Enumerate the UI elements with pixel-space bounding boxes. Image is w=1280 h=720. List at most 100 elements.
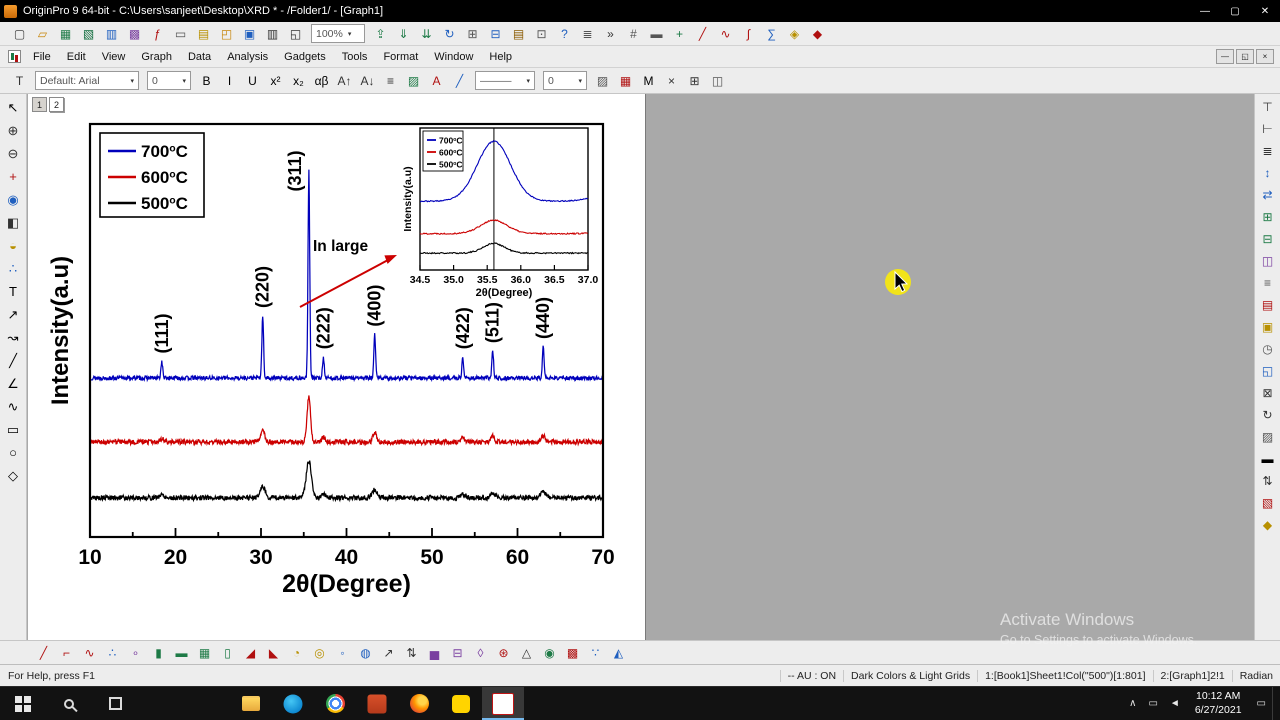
polyline-tool[interactable]: ∠ bbox=[1, 372, 25, 395]
pattern-fill-button[interactable]: ▨ bbox=[1256, 426, 1279, 448]
tray-hidden-icons-button[interactable]: ∧ bbox=[1123, 698, 1142, 709]
style-brush-button[interactable]: ▧ bbox=[1256, 492, 1279, 514]
increase-font-button[interactable]: A↑ bbox=[333, 70, 356, 91]
menu-format[interactable]: Format bbox=[375, 48, 426, 66]
rectangle-tool[interactable]: ▭ bbox=[1, 418, 25, 441]
polygon-tool[interactable]: ◇ bbox=[1, 464, 25, 487]
duplicate-window-button[interactable]: ⊞ bbox=[461, 23, 484, 44]
align-button[interactable]: ≡ bbox=[379, 70, 402, 91]
taskbar-app-firefox[interactable] bbox=[398, 687, 440, 720]
decrease-font-button[interactable]: A↓ bbox=[356, 70, 379, 91]
child-restore-button[interactable]: ◱ bbox=[1236, 49, 1254, 64]
taskbar-app-edge[interactable]: e bbox=[272, 687, 314, 720]
print-preview-button[interactable]: ◱ bbox=[284, 23, 307, 44]
screen-reader-tool[interactable]: + bbox=[1, 165, 25, 188]
floating-column-button[interactable]: ▯ bbox=[216, 642, 239, 663]
clear-formatting-button[interactable]: × bbox=[660, 70, 683, 91]
bar-plot-button[interactable]: ▬ bbox=[170, 642, 193, 663]
add-right-y-axis-button[interactable]: ⊢ bbox=[1256, 118, 1279, 140]
tray-volume-icon[interactable]: ◄ bbox=[1164, 698, 1186, 709]
scatter-plot-button[interactable]: ∴ bbox=[101, 642, 124, 663]
polar-plot-button[interactable]: ⊛ bbox=[492, 642, 515, 663]
fill-area-button[interactable]: ◣ bbox=[262, 642, 285, 663]
fit-page-button[interactable]: ⊠ bbox=[1256, 382, 1279, 404]
stacked-column-button[interactable]: ▦ bbox=[193, 642, 216, 663]
child-close-button[interactable]: × bbox=[1256, 49, 1274, 64]
ternary-plot-button[interactable]: △ bbox=[515, 642, 538, 663]
taskbar-app-chrome[interactable] bbox=[314, 687, 356, 720]
close-button[interactable]: ✕ bbox=[1250, 0, 1280, 22]
project-explorer-button[interactable]: ⊡ bbox=[530, 23, 553, 44]
vector-plot-button[interactable]: ↗ bbox=[377, 642, 400, 663]
taskbar-app-powerpoint[interactable]: P bbox=[356, 687, 398, 720]
minimize-button[interactable]: — bbox=[1190, 0, 1220, 22]
contour-plot-button[interactable]: ◉ bbox=[538, 642, 561, 663]
fill-color-button[interactable]: ▨ bbox=[402, 70, 425, 91]
rescale-button[interactable]: ↕ bbox=[1256, 162, 1279, 184]
freehand-tool[interactable]: ∿ bbox=[1, 395, 25, 418]
font-size-select[interactable]: 0 ▾ bbox=[147, 71, 191, 90]
date-stamp-button[interactable]: ◷ bbox=[1256, 338, 1279, 360]
font-color-button[interactable]: A bbox=[425, 70, 448, 91]
theme-organizer-button[interactable]: ◈ bbox=[783, 23, 806, 44]
axis-dialog-button[interactable]: ⇅ bbox=[1256, 470, 1279, 492]
paste-button[interactable]: ▤ bbox=[507, 23, 530, 44]
new-legend-button[interactable]: ▣ bbox=[1256, 316, 1279, 338]
add-new-columns-button[interactable]: + bbox=[668, 23, 691, 44]
pie-chart-button[interactable]: ◔ bbox=[285, 642, 308, 663]
notification-center-button[interactable]: ▭ bbox=[1251, 687, 1272, 720]
statistics-button[interactable]: ∑ bbox=[760, 23, 783, 44]
menu-analysis[interactable]: Analysis bbox=[219, 48, 276, 66]
theme-button[interactable]: ◆ bbox=[1256, 514, 1279, 536]
layer-management-button[interactable]: ≣ bbox=[1256, 140, 1279, 162]
exchange-xy-button[interactable]: ⇄ bbox=[1256, 184, 1279, 206]
color-palette-button[interactable]: ▦ bbox=[614, 70, 637, 91]
menu-help[interactable]: Help bbox=[481, 48, 520, 66]
box-chart-button[interactable]: ⊟ bbox=[446, 642, 469, 663]
new-folder-button[interactable]: ▱ bbox=[31, 23, 54, 44]
heatmap-button[interactable]: ▩ bbox=[561, 642, 584, 663]
pointer-tool[interactable]: ↖ bbox=[1, 96, 25, 119]
new-inset-layer-button[interactable]: ◱ bbox=[1256, 360, 1279, 382]
results-log-button[interactable]: ≣ bbox=[576, 23, 599, 44]
add-layer-button[interactable]: ⊞ bbox=[1256, 206, 1279, 228]
open-button[interactable]: ◰ bbox=[215, 23, 238, 44]
import-multiple-ascii-button[interactable]: ⇊ bbox=[415, 23, 438, 44]
new-layout-button[interactable]: ▭ bbox=[169, 23, 192, 44]
font-name-select[interactable]: Default: Arial ▾ bbox=[35, 71, 139, 90]
area-plot-button[interactable]: ◢ bbox=[239, 642, 262, 663]
circle-tool[interactable]: ○ bbox=[1, 441, 25, 464]
graph-canvas[interactable]: 102030405060702θ(Degree)Intensity(a.u)(1… bbox=[28, 94, 646, 640]
child-minimize-button[interactable]: — bbox=[1216, 49, 1234, 64]
stack-layers-button[interactable]: ≡ bbox=[1256, 272, 1279, 294]
histogram-button[interactable]: ▅ bbox=[423, 642, 446, 663]
rotate-button[interactable]: ↻ bbox=[1256, 404, 1279, 426]
fit-linear-button[interactable]: ╱ bbox=[691, 23, 714, 44]
doughnut-chart-button[interactable]: ◎ bbox=[308, 642, 331, 663]
column-plot-button[interactable]: ▮ bbox=[147, 642, 170, 663]
color-scale-button[interactable]: ▤ bbox=[1256, 294, 1279, 316]
task-view-button[interactable] bbox=[92, 687, 138, 720]
menu-gadgets[interactable]: Gadgets bbox=[276, 48, 334, 66]
text-tool[interactable]: T bbox=[1, 280, 25, 303]
line-width-button[interactable]: ▬ bbox=[1256, 448, 1279, 470]
taskbar-app-yellow[interactable] bbox=[440, 687, 482, 720]
import-wizard-button[interactable]: ⇪ bbox=[369, 23, 392, 44]
layer-button-1[interactable]: 1 bbox=[32, 97, 47, 112]
print-button[interactable]: ▥ bbox=[261, 23, 284, 44]
line-color-button[interactable]: ╱ bbox=[448, 70, 471, 91]
fit-sigmoidal-button[interactable]: ∫ bbox=[737, 23, 760, 44]
line-tool[interactable]: ╱ bbox=[1, 349, 25, 372]
symbol-map-button[interactable]: M bbox=[637, 70, 660, 91]
stock-chart-button[interactable]: ⇅ bbox=[400, 642, 423, 663]
draw-data-tool[interactable]: ∴ bbox=[1, 257, 25, 280]
subscript-button[interactable]: x₂ bbox=[287, 70, 310, 91]
tray-network-icon[interactable]: ▭ bbox=[1142, 698, 1163, 709]
horizontal-step-button[interactable]: ⌐ bbox=[55, 642, 78, 663]
bold-button[interactable]: B bbox=[195, 70, 218, 91]
line-symbol-button[interactable]: ∘ bbox=[124, 642, 147, 663]
new-graph-button[interactable]: ▥ bbox=[100, 23, 123, 44]
custom-routine-button[interactable]: ◆ bbox=[806, 23, 829, 44]
import-ascii-button[interactable]: ⇓ bbox=[392, 23, 415, 44]
menu-window[interactable]: Window bbox=[426, 48, 481, 66]
